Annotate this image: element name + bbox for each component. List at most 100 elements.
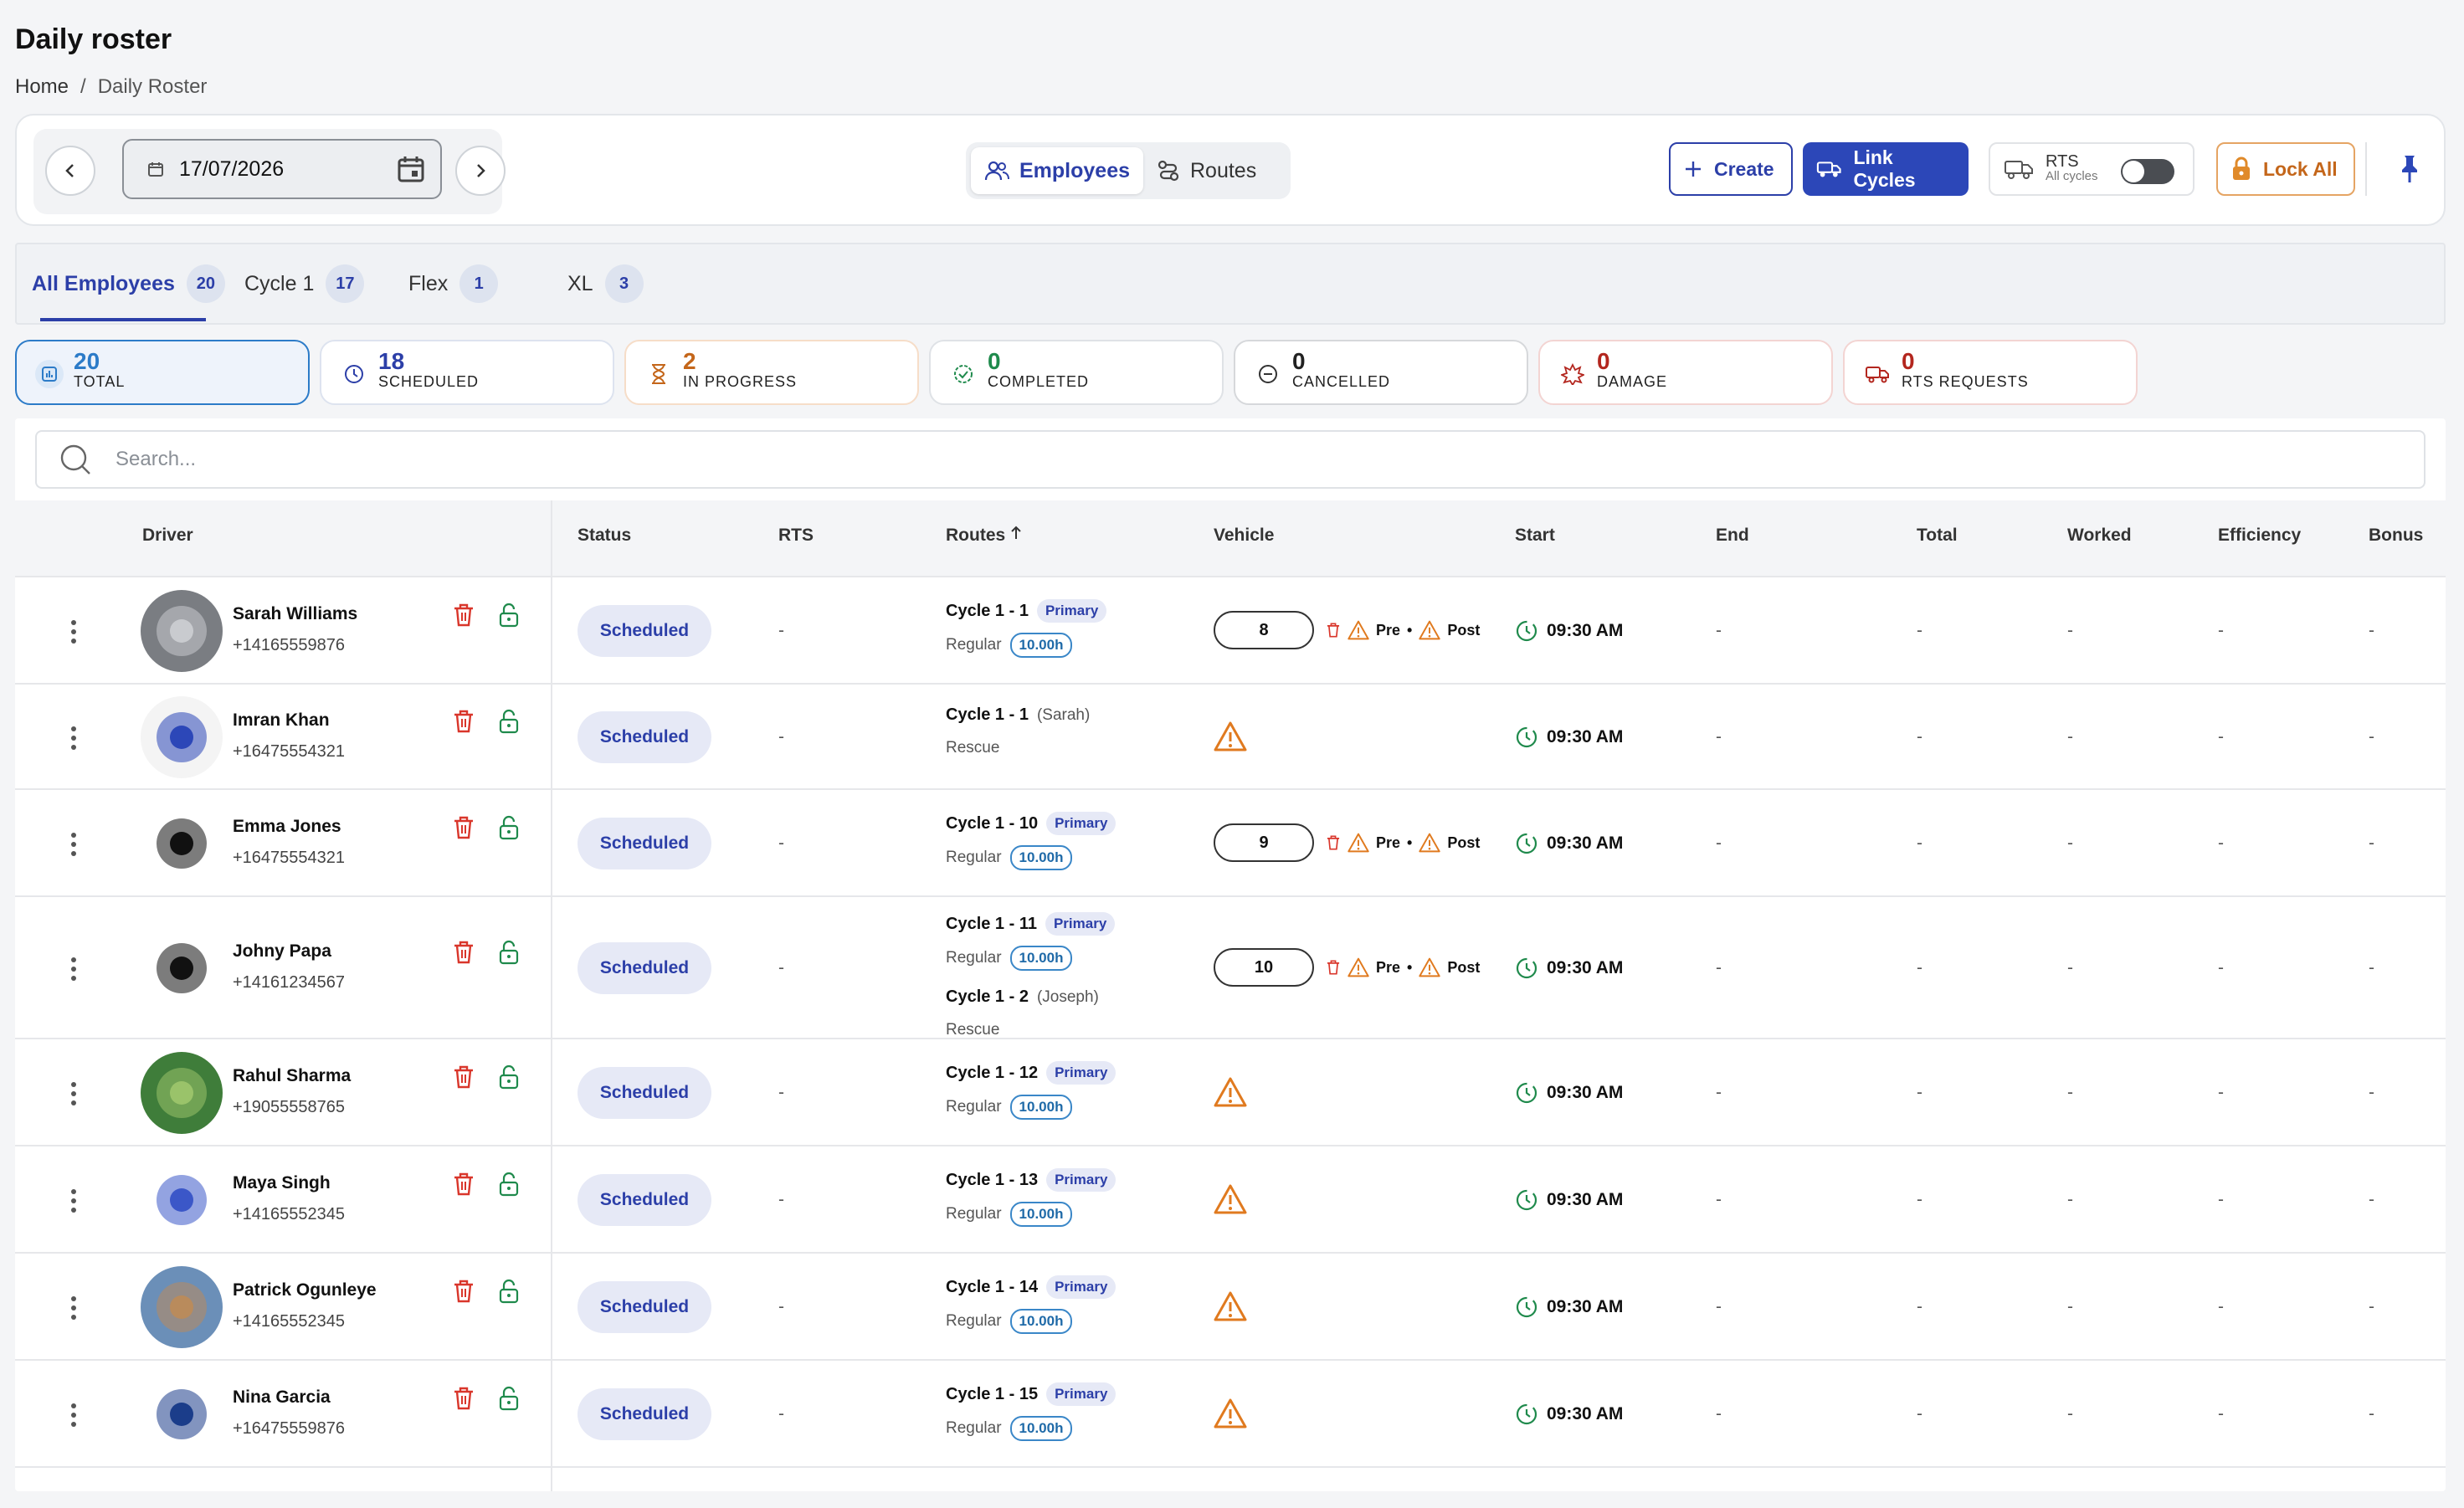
driver-name[interactable]: Emma Jones [233,817,341,837]
pin-icon[interactable] [2399,154,2420,184]
stat-total[interactable]: 20 TOTAL [15,340,310,405]
trash-icon[interactable] [1326,621,1341,639]
trash-icon[interactable] [1326,834,1341,852]
route-line[interactable]: Cycle 1 - 13 Primary [946,1168,1116,1192]
col-efficiency[interactable]: Efficiency [2218,526,2301,546]
row-menu-icon[interactable] [64,1189,84,1213]
table-row[interactable]: Imran Khan +16475554321 Scheduled - Cycle 1 … [15,685,2446,790]
table-row[interactable]: Rahul Sharma +19055558765 Scheduled - Cycle … [15,1039,2446,1146]
tab-routes-view[interactable]: Routes [1143,147,1270,194]
route-line[interactable]: Cycle 1 - 2 (Joseph) [946,987,1099,1007]
start-time[interactable]: 09:30 AM [1515,832,1623,855]
row-menu-icon[interactable] [64,726,84,750]
unlock-icon[interactable] [497,603,521,628]
stat-completed[interactable]: 0 COMPLETED [929,340,1224,405]
table-row[interactable]: Emma Jones +16475554321 Scheduled - Cycle 1 … [15,790,2446,897]
col-end[interactable]: End [1716,526,1749,546]
trash-icon[interactable] [452,603,475,628]
route-line[interactable]: Cycle 1 - 14 Primary [946,1275,1116,1299]
table-row[interactable]: Sarah Williams +14165559876 Scheduled - Cycl… [15,577,2446,685]
vehicle-missing-warning[interactable] [1214,721,1247,752]
vehicle-select[interactable]: 10 [1214,948,1314,987]
col-worked[interactable]: Worked [2067,526,2132,546]
stat-rts-requests[interactable]: 0 RTS REQUESTS [1843,340,2138,405]
tab-flex[interactable]: Flex 1 [408,258,499,310]
breadcrumb-home[interactable]: Home [15,75,69,99]
route-line[interactable]: Cycle 1 - 15 Primary [946,1382,1116,1406]
col-routes[interactable]: Routes [946,526,1022,546]
create-button[interactable]: Create [1669,142,1793,196]
vehicle-missing-warning[interactable] [1214,1076,1247,1108]
col-bonus[interactable]: Bonus [2369,526,2423,546]
row-menu-icon[interactable] [64,1403,84,1427]
unlock-icon[interactable] [497,1172,521,1197]
link-cycles-button[interactable]: Link Cycles [1803,142,1969,196]
table-row[interactable]: Maya Singh +14165552345 Scheduled - Cycle 1 … [15,1146,2446,1254]
trash-icon[interactable] [452,1172,475,1197]
vehicle-missing-warning[interactable] [1214,1290,1247,1322]
calendar-icon[interactable] [397,155,425,183]
start-time[interactable]: 09:30 AM [1515,1403,1623,1426]
col-total[interactable]: Total [1917,526,1958,546]
unlock-icon[interactable] [497,815,521,840]
route-line[interactable]: Cycle 1 - 10 Primary [946,812,1116,835]
previous-day-button[interactable] [45,146,95,196]
start-time[interactable]: 09:30 AM [1515,1188,1623,1212]
rts-toggle[interactable] [2121,159,2174,184]
trash-icon[interactable] [452,709,475,734]
tab-xl[interactable]: XL 3 [567,258,644,310]
date-input[interactable]: 17/07/2026 [122,139,442,199]
lock-all-button[interactable]: Lock All [2216,142,2355,196]
col-start[interactable]: Start [1515,526,1555,546]
col-rts[interactable]: RTS [778,526,814,546]
vehicle-select[interactable]: 9 [1214,823,1314,862]
route-line[interactable]: Cycle 1 - 1 (Sarah) [946,705,1090,725]
driver-name[interactable]: Sarah Williams [233,604,357,624]
trash-icon[interactable] [452,940,475,965]
route-line[interactable]: Cycle 1 - 12 Primary [946,1061,1116,1085]
vehicle-missing-warning[interactable] [1214,1183,1247,1215]
row-menu-icon[interactable] [64,1296,84,1320]
trash-icon[interactable] [1326,958,1341,977]
row-menu-icon[interactable] [64,833,84,856]
tab-all-employees[interactable]: All Employees 20 [32,258,225,310]
tab-cycle-1[interactable]: Cycle 1 17 [244,258,365,310]
route-line[interactable]: Cycle 1 - 1 Primary [946,599,1107,623]
trash-icon[interactable] [452,1064,475,1090]
stat-scheduled[interactable]: 18 SCHEDULED [320,340,614,405]
row-menu-icon[interactable] [64,957,84,981]
route-line[interactable]: Cycle 1 - 11 Primary [946,912,1116,936]
stat-cancelled[interactable]: 0 CANCELLED [1234,340,1528,405]
stat-in-progress[interactable]: 2 IN PROGRESS [624,340,919,405]
table-row[interactable]: Nina Garcia +16475559876 Scheduled - Cycle 1… [15,1361,2446,1468]
tab-employees-view[interactable]: Employees [971,147,1144,194]
unlock-icon[interactable] [497,1064,521,1090]
start-time[interactable]: 09:30 AM [1515,726,1623,749]
driver-name[interactable]: Maya Singh [233,1173,331,1193]
unlock-icon[interactable] [497,709,521,734]
col-status[interactable]: Status [578,526,631,546]
start-time[interactable]: 09:30 AM [1515,1081,1623,1105]
start-time[interactable]: 09:30 AM [1515,957,1623,980]
unlock-icon[interactable] [497,1386,521,1411]
vehicle-select[interactable]: 8 [1214,611,1314,649]
driver-name[interactable]: Rahul Sharma [233,1066,351,1086]
trash-icon[interactable] [452,1386,475,1411]
next-day-button[interactable] [455,146,506,196]
driver-name[interactable]: Patrick Ogunleye [233,1280,377,1300]
start-time[interactable]: 09:30 AM [1515,619,1623,643]
start-time[interactable]: 09:30 AM [1515,1295,1623,1319]
row-menu-icon[interactable] [64,620,84,644]
driver-name[interactable]: Johny Papa [233,941,331,962]
unlock-icon[interactable] [497,940,521,965]
trash-icon[interactable] [452,815,475,840]
table-row[interactable]: Patrick Ogunleye +14165552345 Scheduled - Cy… [15,1254,2446,1361]
col-vehicle[interactable]: Vehicle [1214,526,1274,546]
row-menu-icon[interactable] [64,1082,84,1105]
col-driver[interactable]: Driver [142,526,193,546]
driver-name[interactable]: Nina Garcia [233,1387,331,1408]
search-input[interactable]: Search... [35,430,2426,489]
unlock-icon[interactable] [497,1279,521,1304]
stat-damage[interactable]: 0 DAMAGE [1538,340,1833,405]
trash-icon[interactable] [452,1279,475,1304]
